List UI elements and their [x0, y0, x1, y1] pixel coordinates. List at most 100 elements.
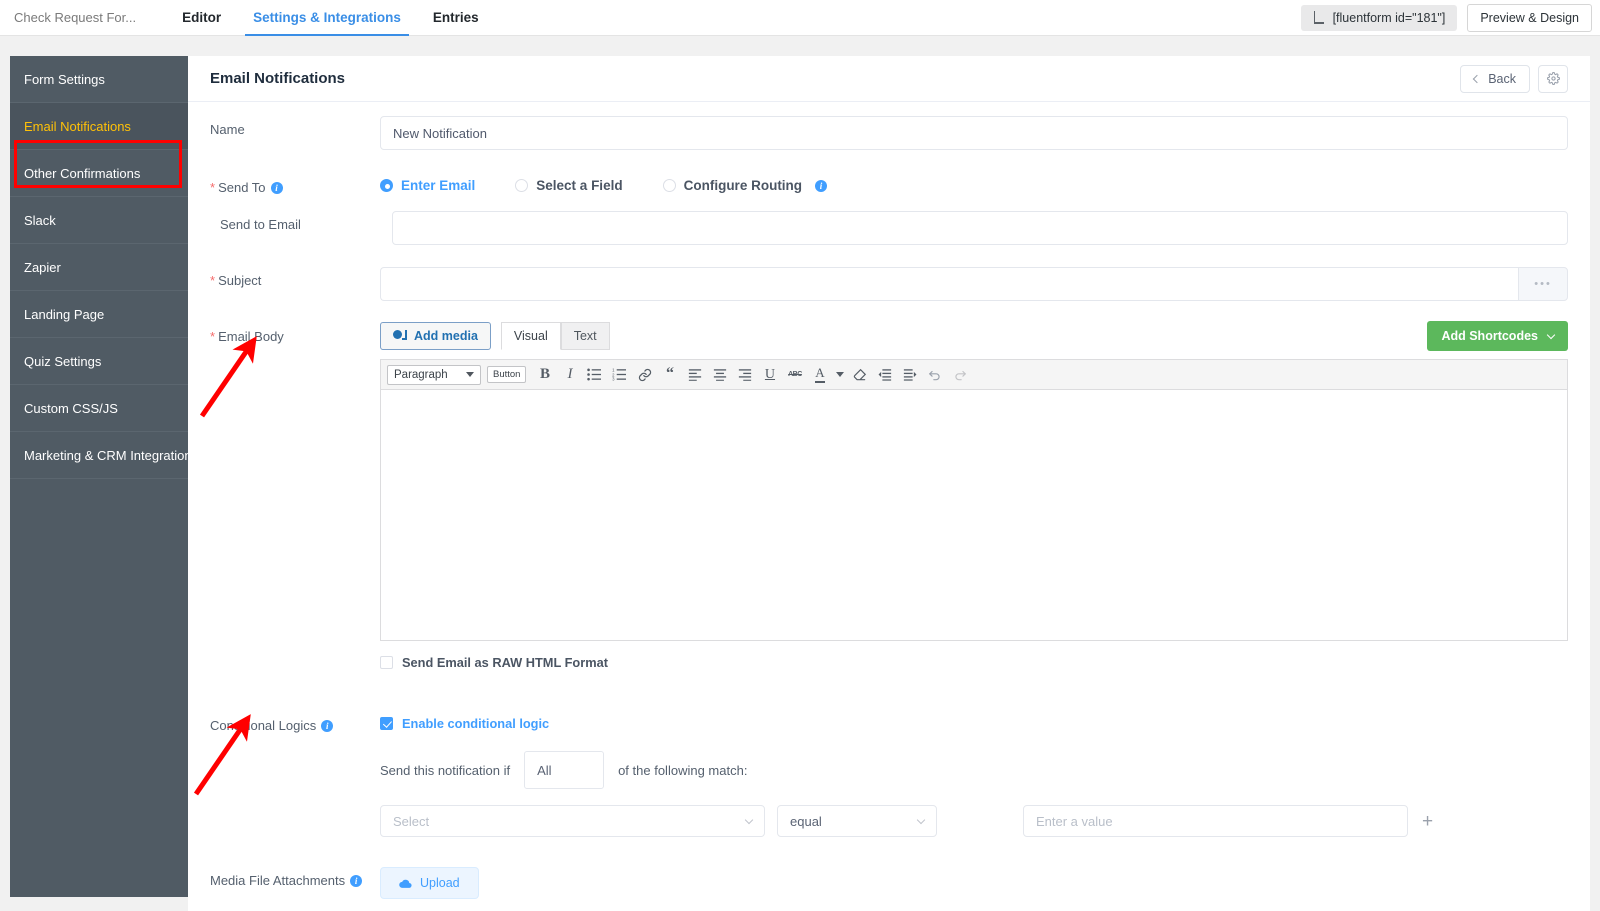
outdent-icon[interactable] — [873, 364, 896, 386]
label-email-body: * Email Body — [210, 315, 380, 670]
settings-gear-button[interactable] — [1538, 64, 1568, 93]
editor-top-bar: Add media Visual Text Add Shortcodes — [380, 321, 1568, 351]
enable-conditional-logic-checkbox[interactable] — [380, 717, 393, 730]
tab-settings-integrations[interactable]: Settings & Integrations — [237, 0, 417, 36]
editor-tab-text[interactable]: Text — [560, 322, 610, 350]
sidebar-item-zapier[interactable]: Zapier — [10, 244, 188, 291]
condition-row: Select equal + — [380, 805, 1568, 837]
name-input[interactable] — [380, 116, 1568, 150]
align-center-icon[interactable] — [708, 364, 731, 386]
bold-icon[interactable]: B — [533, 364, 556, 386]
italic-icon[interactable]: I — [558, 364, 581, 386]
label-media-file-attachments-text: Media File Attachments — [210, 873, 346, 888]
sidebar-item-email-notifications[interactable]: Email Notifications — [10, 103, 188, 150]
paragraph-format-select[interactable]: Paragraph — [387, 364, 481, 385]
send-to-radio-group: Enter Email Select a Field Configure Rou… — [380, 166, 1568, 193]
label-send-to-text: Send To — [218, 180, 266, 195]
row-conditional-logics: Conditional Logics i Enable conditional l… — [188, 704, 1590, 837]
row-send-to: * Send To i Enter Email Select a Field C… — [188, 166, 1590, 195]
sidebar-item-quiz-settings[interactable]: Quiz Settings — [10, 338, 188, 385]
back-button[interactable]: Back — [1460, 64, 1530, 93]
sidebar-item-custom-css-js[interactable]: Custom CSS/JS — [10, 385, 188, 432]
preview-design-button[interactable]: Preview & Design — [1467, 3, 1592, 32]
match-sentence-prefix: Send this notification if — [380, 762, 511, 778]
match-sentence-suffix: of the following match: — [618, 762, 748, 778]
raw-html-checkbox-row: Send Email as RAW HTML Format — [380, 655, 1568, 670]
tab-entries[interactable]: Entries — [417, 0, 495, 36]
enable-conditional-logic-label: Enable conditional logic — [402, 716, 550, 731]
required-asterisk-send-to: * — [210, 180, 216, 195]
label-subject-text: Subject — [218, 273, 262, 288]
media-icon — [393, 330, 407, 342]
notification-form: Name *Send Toi Enter Email — [188, 108, 1590, 899]
condition-operator-select[interactable]: equal — [777, 805, 937, 837]
sidebar-item-landing-page[interactable]: Landing Page — [10, 291, 188, 338]
label-subject: * Subject — [210, 259, 380, 301]
required-asterisk-subject: * — [210, 273, 216, 288]
ellipsis-icon[interactable]: ••• — [1518, 267, 1568, 301]
conditional-match-sentence: Send this notification if All of the fol… — [380, 751, 1568, 789]
plus-icon[interactable]: + — [1422, 812, 1433, 831]
numbered-list-icon[interactable]: 123 — [608, 364, 631, 386]
button-shortcode-chip[interactable]: Button — [487, 366, 527, 383]
match-type-select[interactable]: All — [524, 751, 605, 789]
form-shortcode-chip[interactable]: [fluentform id="181"] — [1300, 4, 1458, 31]
text-color-icon[interactable]: A — [808, 364, 831, 386]
editor-tab-visual[interactable]: Visual — [500, 322, 561, 350]
indent-icon[interactable] — [898, 364, 921, 386]
add-media-button[interactable]: Add media — [380, 322, 491, 350]
condition-field-select[interactable]: Select — [380, 805, 765, 837]
info-icon-media-attachments[interactable]: i — [350, 875, 363, 887]
label-media-file-attachments: Media File Attachments i — [210, 859, 380, 899]
form-title: Check Request For... — [14, 10, 137, 25]
row-subject: * Subject ••• — [188, 259, 1590, 301]
add-shortcodes-label: Add Shortcodes — [1441, 329, 1538, 343]
enable-conditional-logic-row: Enable conditional logic — [380, 716, 1568, 731]
info-icon-send-to[interactable]: i — [270, 182, 283, 194]
tab-editor[interactable]: Editor — [166, 0, 237, 36]
email-body-textarea[interactable] — [381, 390, 1567, 640]
subject-field-group: ••• — [380, 267, 1568, 301]
send-to-email-input[interactable] — [392, 211, 1568, 245]
condition-value-input[interactable] — [1023, 805, 1408, 837]
raw-html-checkbox[interactable] — [380, 656, 393, 669]
gear-icon — [1546, 72, 1560, 85]
chevron-down-icon — [916, 815, 926, 824]
align-right-icon[interactable] — [733, 364, 756, 386]
upload-button-label: Upload — [420, 876, 460, 890]
underline-icon[interactable]: U — [758, 364, 781, 386]
chevron-down-icon — [1546, 330, 1556, 339]
radio-enter-email[interactable]: Enter Email — [380, 178, 475, 193]
redo-icon[interactable] — [948, 364, 971, 386]
text-color-dropdown-icon[interactable] — [833, 364, 846, 386]
top-bar: Check Request For... Editor Settings & I… — [0, 0, 1600, 36]
info-icon-configure-routing[interactable]: i — [815, 179, 828, 192]
sidebar-item-form-settings[interactable]: Form Settings — [10, 56, 188, 103]
chevron-down-icon — [466, 372, 474, 377]
sidebar-item-marketing-crm-integrations[interactable]: Marketing & CRM Integrations — [10, 432, 198, 479]
svg-text:3: 3 — [613, 377, 616, 381]
row-media-file-attachments: Media File Attachments i Upload — [188, 859, 1590, 899]
strikethrough-icon[interactable]: ABC — [783, 364, 806, 386]
radio-select-a-field[interactable]: Select a Field — [515, 178, 623, 193]
undo-icon[interactable] — [923, 364, 946, 386]
subject-input[interactable] — [380, 267, 1519, 301]
align-left-icon[interactable] — [683, 364, 706, 386]
required-asterisk-email-body: * — [210, 329, 216, 344]
row-send-to-email: Send to Email — [188, 201, 1590, 245]
raw-html-label: Send Email as RAW HTML Format — [402, 655, 608, 670]
info-icon-conditional-logics[interactable]: i — [321, 720, 334, 732]
add-shortcodes-button[interactable]: Add Shortcodes — [1427, 321, 1568, 351]
radio-dot-select-a-field — [515, 179, 529, 192]
clear-formatting-icon[interactable] — [848, 364, 871, 386]
label-name: Name — [210, 122, 245, 137]
back-button-label: Back — [1488, 71, 1516, 86]
sidebar-item-slack[interactable]: Slack — [10, 197, 188, 244]
blockquote-icon[interactable]: “ — [658, 364, 681, 386]
radio-configure-routing[interactable]: Configure Routing i — [662, 178, 828, 193]
upload-button[interactable]: Upload — [380, 867, 479, 899]
shortcode-bracket-icon — [1313, 11, 1325, 24]
bulleted-list-icon[interactable] — [583, 364, 606, 386]
link-icon[interactable] — [633, 364, 656, 386]
sidebar-item-other-confirmations[interactable]: Other Confirmations — [10, 150, 188, 197]
